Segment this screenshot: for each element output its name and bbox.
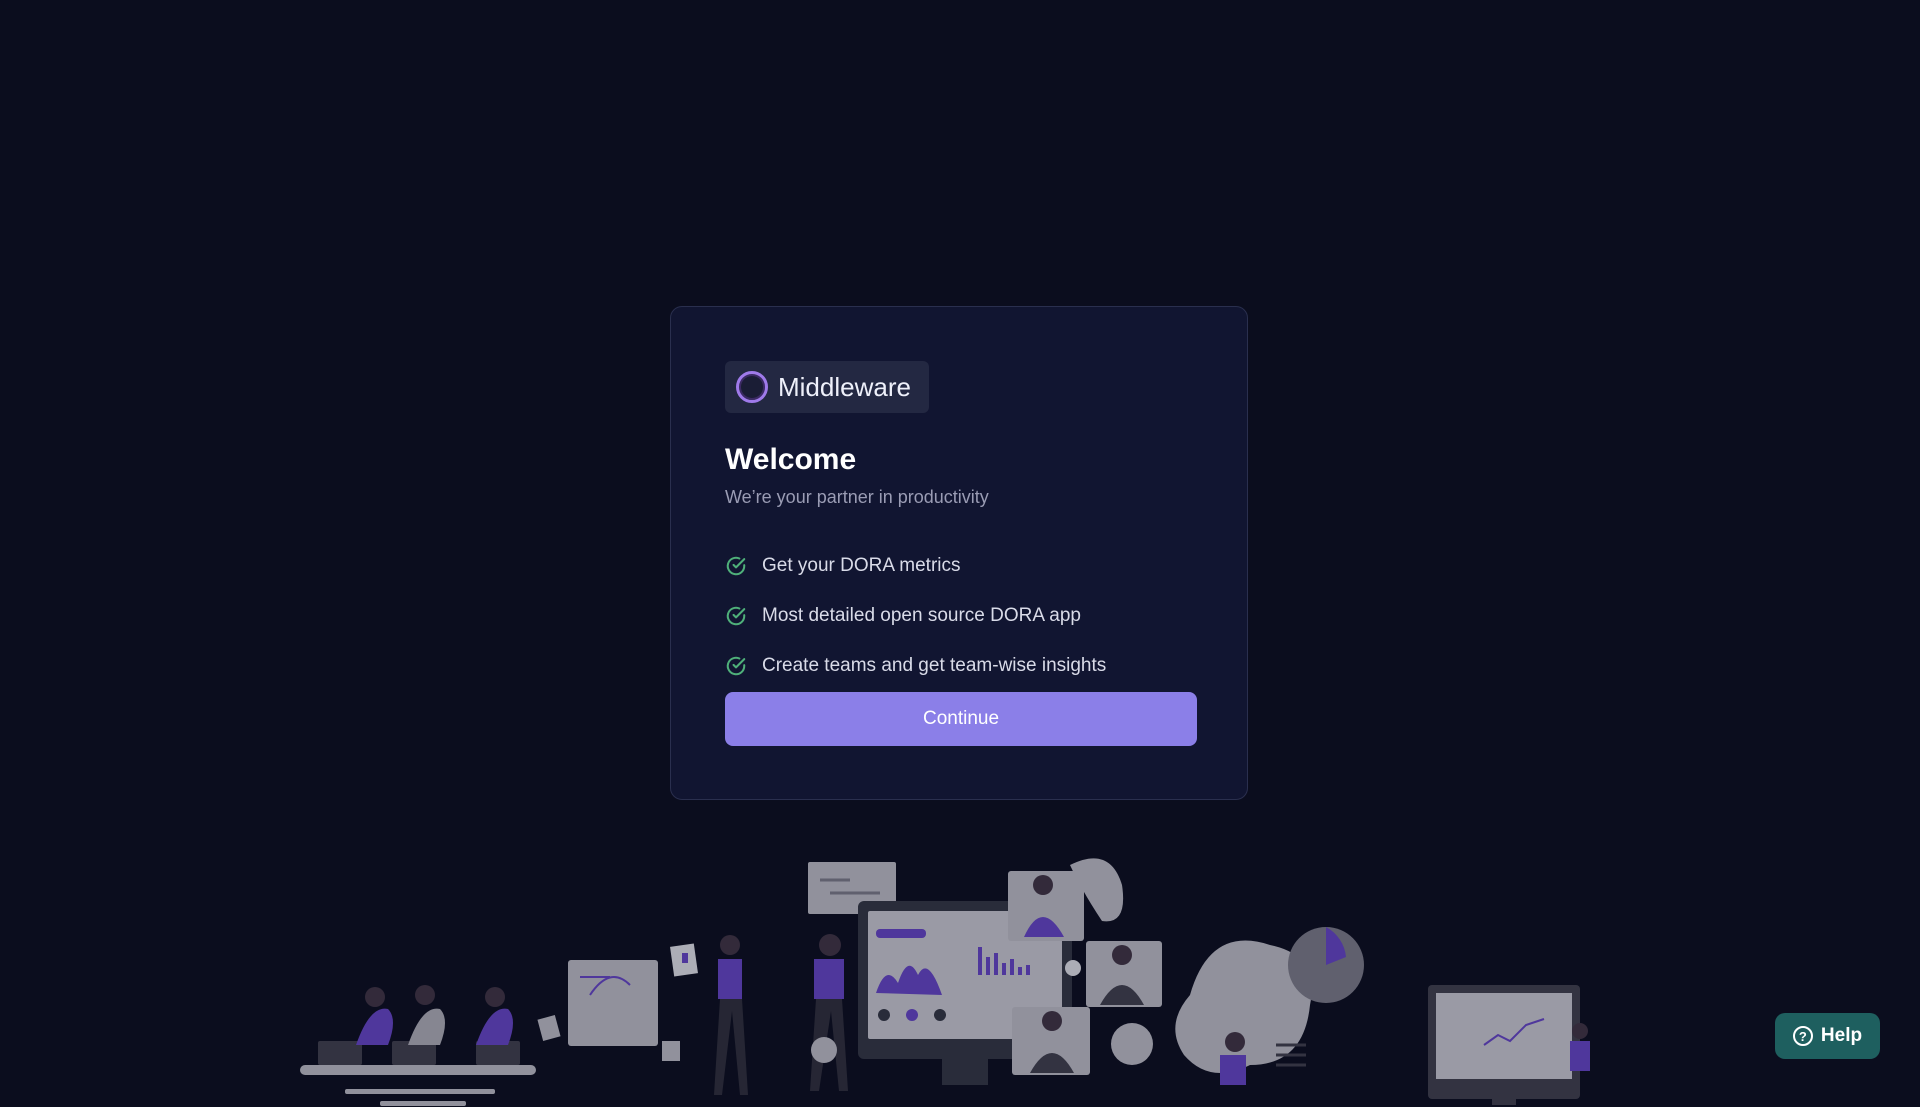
brand-badge: Middleware — [725, 361, 929, 413]
welcome-card: Middleware Welcome We’re your partner in… — [670, 306, 1248, 800]
welcome-title: Welcome — [725, 443, 857, 476]
feature-label: Get your DORA metrics — [762, 555, 961, 576]
check-circle-icon — [726, 556, 746, 576]
help-label: Help — [1820, 1025, 1863, 1046]
check-circle-icon — [726, 656, 746, 676]
welcome-subtitle: We’re your partner in productivity — [725, 487, 989, 507]
team-illustration — [300, 858, 1590, 1106]
continue-button[interactable]: Continue — [725, 692, 1197, 746]
feature-label: Most detailed open source DORA app — [762, 605, 1081, 626]
list-item: Get your DORA metrics — [725, 541, 1106, 591]
ring-logo-icon — [736, 371, 768, 403]
feature-label: Create teams and get team-wise insights — [762, 655, 1107, 676]
list-item: Most detailed open source DORA app — [725, 591, 1106, 641]
check-circle-icon — [726, 606, 746, 626]
list-item: Create teams and get team-wise insights — [725, 641, 1106, 691]
feature-list: Get your DORA metrics Most detailed open… — [725, 541, 1106, 691]
help-button[interactable]: ? Help — [1775, 1013, 1880, 1059]
question-circle-icon: ? — [1792, 1026, 1813, 1046]
brand-name: Middleware — [778, 371, 911, 402]
